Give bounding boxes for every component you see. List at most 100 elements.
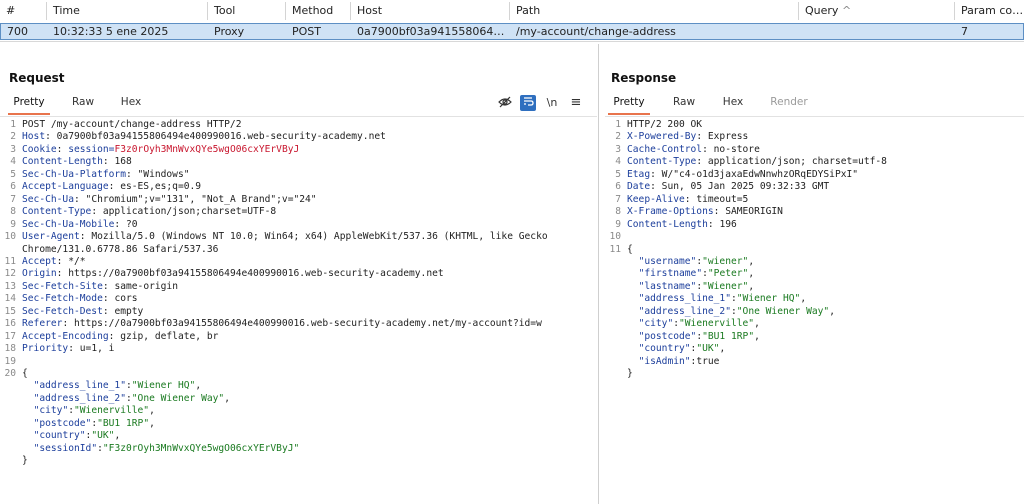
- json-value: "Wiener HQ": [736, 293, 801, 305]
- request-panel: Request Pretty Raw Hex \n ≡ 1 POST /my-ac…: [0, 65, 597, 504]
- header-value: 168: [114, 156, 132, 168]
- header-value: es-ES,es;q=0.9: [120, 181, 202, 193]
- row-param-count: 7: [961, 25, 968, 38]
- header-value: https://0a7900bf03a94155806494e400990016…: [68, 268, 444, 280]
- header-name: X-Frame-Options: [627, 206, 714, 218]
- response-tab-render[interactable]: Render: [765, 93, 813, 113]
- line-content: {: [22, 368, 28, 380]
- request-tab-raw[interactable]: Raw: [64, 93, 102, 113]
- header-name: Accept-Language: [22, 181, 109, 193]
- header-name: Content-Type: [627, 156, 697, 168]
- header-name: Accept: [22, 255, 57, 267]
- sort-ascending-icon: ^: [841, 4, 852, 17]
- col-header-tool[interactable]: Tool: [207, 2, 285, 20]
- json-value: true: [696, 355, 720, 367]
- menu-icon[interactable]: ≡: [568, 95, 584, 111]
- line-number: 4: [615, 156, 621, 168]
- line-number: 3: [10, 143, 16, 155]
- header-value: "Chromium";v="131", "Not_A Brand";v="24": [85, 193, 317, 205]
- line-content: Sec-Fetch-Dest: empty: [22, 305, 144, 317]
- col-header-method[interactable]: Method: [285, 2, 350, 20]
- col-header-host[interactable]: Host: [350, 2, 509, 20]
- json-value: "F3z0rOyh3MnWvxQYe5wgO06cxYErVByJ": [102, 442, 300, 454]
- row-method: POST: [292, 25, 321, 38]
- col-header-number[interactable]: #: [0, 2, 46, 20]
- line-content: }: [627, 368, 633, 380]
- json-key: "firstname": [638, 268, 703, 280]
- line-content: Sec-Fetch-Site: same-origin: [22, 280, 178, 292]
- line-number: 10: [609, 231, 621, 243]
- line-number: 16: [4, 318, 16, 330]
- col-header-query[interactable]: Query ^: [798, 2, 954, 20]
- json-comma: ,: [754, 330, 760, 342]
- json-comma: ,: [149, 417, 155, 429]
- response-tab-hex[interactable]: Hex: [715, 93, 751, 113]
- json-value: "BU1 1RP": [702, 330, 755, 342]
- col-header-param-count[interactable]: Param count: [954, 2, 1024, 20]
- line-content: }: [22, 455, 28, 467]
- json-comma: ,: [748, 255, 755, 267]
- header-name: Sec-Ch-Ua-Platform: [22, 168, 126, 180]
- json-comma: ,: [149, 405, 155, 417]
- line-content: Content-Length: 196: [627, 218, 737, 230]
- json-value: "One Wiener Way": [131, 392, 225, 404]
- line-content: X-Frame-Options: SAMEORIGIN: [627, 206, 783, 218]
- line-content: X-Powered-By: Express: [627, 131, 749, 143]
- response-tabs: Pretty Raw Hex Render: [605, 93, 1024, 115]
- line-text: }: [627, 368, 633, 379]
- request-editor[interactable]: 1 POST /my-account/change-address HTTP/2 2…: [0, 116, 597, 504]
- json-value: "Wiener HQ": [131, 380, 196, 392]
- line-content: Date: Sun, 05 Jan 2025 09:32:33 GMT: [627, 181, 830, 193]
- line-content: Accept-Encoding: gzip, deflate, br: [22, 330, 219, 342]
- json-value: "Wienerville": [74, 405, 150, 417]
- header-name: Accept-Encoding: [22, 330, 109, 342]
- line-content: Sec-Fetch-Mode: cors: [22, 293, 138, 305]
- history-row-selected[interactable]: 700 10:32:33 5 ene 2025 Proxy POST 0a790…: [0, 23, 1024, 40]
- header-value: "Windows": [137, 168, 190, 180]
- line-number: 15: [4, 305, 16, 317]
- line-number: 17: [4, 330, 16, 342]
- line-number: 9: [615, 218, 621, 230]
- header-name: Sec-Ch-Ua: [22, 193, 74, 205]
- word-wrap-icon[interactable]: [520, 95, 536, 111]
- json-value: "Wienerville": [679, 318, 755, 330]
- response-tab-raw[interactable]: Raw: [665, 93, 703, 113]
- line-number: 8: [10, 206, 16, 218]
- hide-eye-icon[interactable]: [497, 95, 513, 111]
- line-number: 6: [10, 181, 16, 193]
- line-content: "city":"Wienerville",: [638, 318, 760, 330]
- json-value: "One Wiener Way": [736, 305, 830, 317]
- response-editor[interactable]: 1 HTTP/2 200 OK 2 X-Powered-By: Express 3 Cac…: [605, 116, 1024, 504]
- line-content: HTTP/2 200 OK: [627, 119, 702, 131]
- col-header-time[interactable]: Time: [46, 2, 207, 20]
- line-content: "lastname":"Wiener",: [638, 280, 755, 292]
- header-value: same-origin: [114, 280, 178, 292]
- request-tab-hex[interactable]: Hex: [113, 93, 149, 113]
- json-key: "username": [638, 255, 697, 267]
- header-value: W/"c4-o1d3jaxaEdwNnwhzORqEDYSiPxI": [661, 168, 859, 180]
- line-content: Referer: https://0a7900bf03a94155806494e…: [22, 318, 542, 330]
- line-content: "address_line_1":"Wiener HQ",: [638, 293, 807, 305]
- line-number: 2: [10, 131, 16, 143]
- line-number: 9: [10, 218, 16, 230]
- line-number: 19: [4, 355, 16, 367]
- line-content: Cache-Control: no-store: [627, 143, 760, 155]
- request-tab-pretty[interactable]: Pretty: [8, 93, 50, 115]
- line-content: "sessionId":"F3z0rOyh3MnWvxQYe5wgO06cxYE…: [33, 442, 300, 454]
- panel-splitter[interactable]: [598, 44, 599, 504]
- line-content: Accept: */*: [22, 255, 86, 267]
- line-content: "address_line_2":"One Wiener Way",: [638, 305, 835, 317]
- line-number: 5: [10, 168, 16, 180]
- newline-toggle-icon[interactable]: \n: [544, 95, 560, 111]
- col-header-query-label: Query: [805, 4, 839, 17]
- line-number: 3: [615, 143, 621, 155]
- json-comma: ,: [748, 268, 755, 280]
- header-name: Sec-Ch-Ua-Mobile: [22, 218, 115, 230]
- line-text: Chrome/131.0.6778.86 Safari/537.36: [22, 243, 219, 255]
- header-name: X-Powered-By: [627, 131, 697, 143]
- header-value: cors: [114, 293, 138, 305]
- line-content: Sec-Ch-Ua: "Chromium";v="131", "Not_A Br…: [22, 193, 317, 205]
- response-tab-pretty[interactable]: Pretty: [608, 93, 650, 115]
- header-name: Host: [22, 131, 46, 143]
- col-header-path[interactable]: Path: [509, 2, 798, 20]
